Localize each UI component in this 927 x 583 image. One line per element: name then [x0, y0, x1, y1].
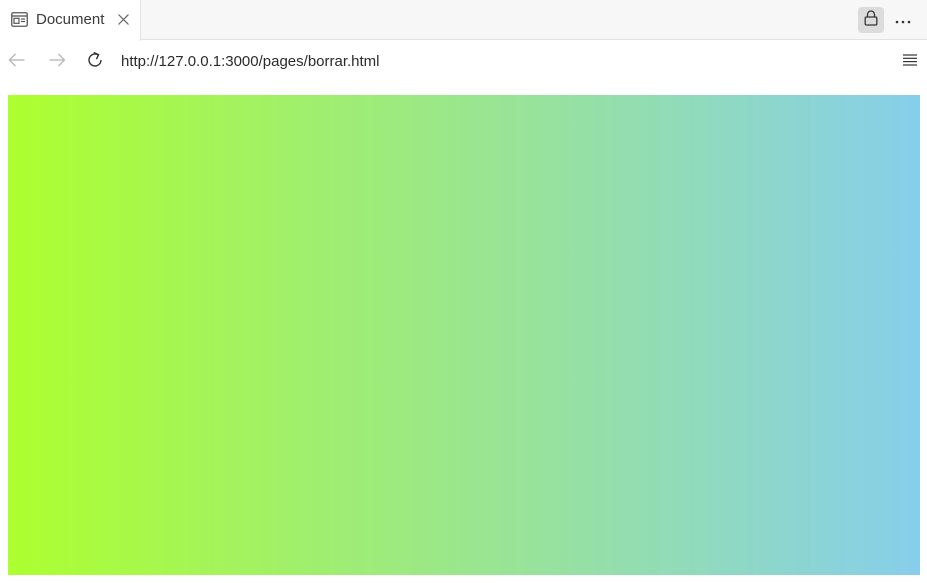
lock-button[interactable]	[858, 7, 884, 33]
browser-window: Document http://127.0.0.1:3000/pages/bor…	[0, 0, 927, 583]
page-icon	[11, 12, 28, 27]
arrow-left-icon	[8, 53, 26, 72]
address-bar[interactable]: http://127.0.0.1:3000/pages/borrar.html	[121, 53, 380, 71]
back-button[interactable]	[7, 52, 27, 72]
tab-strip: Document	[0, 0, 927, 41]
more-options-button[interactable]	[891, 7, 915, 33]
forward-button[interactable]	[47, 52, 67, 72]
reload-button[interactable]	[85, 51, 105, 74]
reload-icon	[86, 51, 104, 74]
arrow-right-icon	[48, 53, 66, 72]
hamburger-menu-icon	[902, 53, 918, 72]
tab-document[interactable]: Document	[0, 0, 141, 41]
page-content-gradient	[8, 95, 920, 575]
navigation-bar: http://127.0.0.1:3000/pages/borrar.html	[0, 41, 927, 85]
lock-icon	[864, 9, 878, 31]
menu-button[interactable]	[900, 52, 920, 72]
tab-title: Document	[36, 11, 105, 28]
more-horizontal-icon	[895, 11, 911, 29]
close-icon[interactable]	[117, 13, 130, 26]
